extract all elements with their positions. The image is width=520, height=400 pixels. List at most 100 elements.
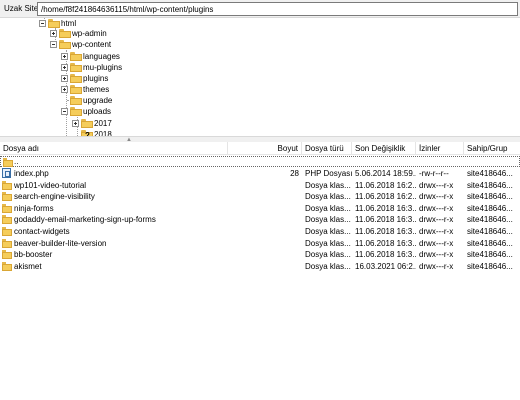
- column-header-owner[interactable]: Sahip/Grup: [464, 142, 520, 155]
- expand-icon[interactable]: [61, 86, 68, 93]
- file-name-cell: akismet: [14, 261, 42, 271]
- folder-icon: [2, 203, 12, 213]
- file-modified-cell: 11.06.2018 16:3...: [355, 238, 416, 248]
- file-modified-cell: 11.06.2018 16:3...: [355, 215, 416, 225]
- tree-node-mu-plugins[interactable]: mu-plugins: [60, 62, 160, 73]
- file-name-cell: bb-booster: [14, 250, 53, 260]
- collapse-icon[interactable]: [61, 108, 68, 115]
- folder-icon: [70, 85, 82, 94]
- file-modified-cell: 11.06.2018 16:3...: [355, 250, 416, 260]
- file-modified-cell: 5.06.2014 18:59...: [355, 169, 416, 178]
- file-perms-cell: drwx---r-x: [419, 180, 454, 190]
- file-size-cell: 28: [290, 169, 299, 178]
- expand-icon[interactable]: [72, 120, 79, 127]
- file-row[interactable]: godaddy-email-marketing-sign-up-forms Dos…: [0, 214, 520, 225]
- expand-icon[interactable]: [50, 30, 57, 37]
- file-row[interactable]: ninja-forms Dosya klas... 11.06.2018 16:3.…: [0, 203, 520, 214]
- file-row[interactable]: contact-widgets Dosya klas... 11.06.2018 1…: [0, 226, 520, 237]
- tree-node-wp-admin[interactable]: wp-admin: [49, 28, 149, 39]
- file-type-cell: Dosya klas...: [305, 227, 351, 236]
- file-row[interactable]: akismet Dosya klas... 16.03.2021 06:2... dr…: [0, 261, 520, 272]
- folder-icon: [2, 227, 12, 236]
- folder-icon: [2, 215, 12, 225]
- collapse-icon[interactable]: [39, 20, 46, 27]
- folder-icon: [59, 29, 71, 38]
- folder-icon: [2, 261, 12, 271]
- file-row[interactable]: bb-booster Dosya klas... 11.06.2018 16:3..…: [0, 249, 520, 260]
- file-size-cell: [228, 203, 299, 214]
- file-perms-cell: drwx---r-x: [419, 215, 454, 225]
- expand-icon[interactable]: [61, 53, 68, 60]
- tree-node-uploads[interactable]: uploads: [60, 106, 160, 117]
- column-header-size[interactable]: Boyut: [228, 142, 302, 155]
- file-size-cell: [228, 191, 299, 202]
- file-perms-cell: drwx---r-x: [419, 192, 454, 202]
- file-owner-cell: site418646...: [467, 261, 513, 271]
- folder-icon: [70, 107, 82, 116]
- tree-label: languages: [83, 52, 120, 61]
- tree-node-plugins[interactable]: plugins: [60, 73, 160, 84]
- file-name-cell: godaddy-email-marketing-sign-up-forms: [14, 215, 156, 225]
- file-row[interactable]: beaver-builder-lite-version Dosya klas...…: [0, 238, 520, 249]
- tree-label: themes: [83, 85, 110, 94]
- remote-path-input[interactable]: /home/f8f241864636115/html/wp-content/pl…: [37, 2, 518, 16]
- file-modified-cell: 11.06.2018 16:3...: [355, 227, 416, 236]
- folder-icon: [2, 180, 12, 190]
- tree-label: wp-admin: [72, 29, 107, 38]
- file-modified-cell: 11.06.2018 16:3...: [355, 203, 416, 213]
- tree-node-wp-content[interactable]: wp-content: [49, 39, 149, 50]
- file-type-cell: Dosya klas...: [305, 215, 351, 225]
- php-file-icon: [2, 168, 11, 178]
- remote-directory-tree: html wp-admin wp-content languages mu-pl…: [0, 18, 520, 136]
- tree-label: upgrade: [83, 96, 113, 105]
- file-type-cell: Dosya klas...: [305, 250, 351, 260]
- parent-directory-row[interactable]: ..: [0, 156, 520, 167]
- folder-icon: [59, 40, 71, 49]
- folder-icon: [3, 158, 13, 167]
- expand-icon[interactable]: [61, 75, 68, 82]
- expand-icon[interactable]: [61, 64, 68, 71]
- file-size-cell: [228, 261, 299, 272]
- file-type-cell: Dosya klas...: [305, 192, 351, 202]
- column-header-name[interactable]: Dosya adı: [0, 142, 228, 155]
- folder-icon: [2, 250, 12, 260]
- file-row[interactable]: wp101-video-tutorial Dosya klas... 11.06.2…: [0, 180, 520, 191]
- tree-label: mu-plugins: [83, 63, 123, 72]
- column-header-permissions[interactable]: İzinler: [416, 142, 464, 155]
- folder-icon: [70, 52, 82, 61]
- folder-icon: [2, 192, 12, 202]
- remote-site-bar: Uzak Site: /home/f8f241864636115/html/wp…: [0, 0, 520, 18]
- file-owner-cell: site418646...: [467, 227, 513, 236]
- file-type-cell: PHP Dosyası: [305, 169, 352, 178]
- collapse-icon[interactable]: [50, 41, 57, 48]
- tree-label: 2018: [94, 130, 112, 136]
- file-perms-cell: drwx---r-x: [419, 238, 454, 248]
- tree-label: wp-content: [72, 40, 112, 49]
- file-name-cell: ninja-forms: [14, 203, 54, 213]
- tree-node-upgrade[interactable]: upgrade: [60, 95, 160, 106]
- file-perms-cell: drwx---r-x: [419, 261, 454, 271]
- file-owner-cell: site418646...: [467, 180, 513, 190]
- tree-node-2018[interactable]: 2018: [71, 129, 171, 136]
- file-row[interactable]: search-engine-visibility Dosya klas... 11.…: [0, 191, 520, 202]
- tree-label: 2017: [94, 119, 112, 128]
- tree-node-themes[interactable]: themes: [60, 84, 160, 95]
- file-modified-cell: 11.06.2018 16:2...: [355, 192, 416, 202]
- folder-icon: [70, 96, 82, 105]
- file-owner-cell: site418646...: [467, 238, 513, 248]
- file-owner-cell: site418646...: [467, 250, 513, 260]
- file-perms-cell: -rw-r--r--: [419, 169, 449, 178]
- file-row[interactable]: index.php 28 PHP Dosyası 5.06.2014 18:59...…: [0, 168, 520, 179]
- file-perms-cell: drwx---r-x: [419, 203, 454, 213]
- file-name-cell: index.php: [14, 169, 49, 178]
- folder-icon: [48, 19, 60, 28]
- remote-site-label: Uzak Site:: [4, 4, 41, 13]
- file-type-cell: Dosya klas...: [305, 180, 351, 190]
- column-header-type[interactable]: Dosya türü: [302, 142, 352, 155]
- file-modified-cell: 11.06.2018 16:2...: [355, 180, 416, 190]
- tree-node-languages[interactable]: languages: [60, 51, 160, 62]
- tree-node-2017[interactable]: 2017: [71, 118, 171, 129]
- folder-icon: [2, 238, 12, 248]
- file-name-cell: beaver-builder-lite-version: [14, 238, 107, 248]
- column-header-modified[interactable]: Son Değişiklik: [352, 142, 416, 155]
